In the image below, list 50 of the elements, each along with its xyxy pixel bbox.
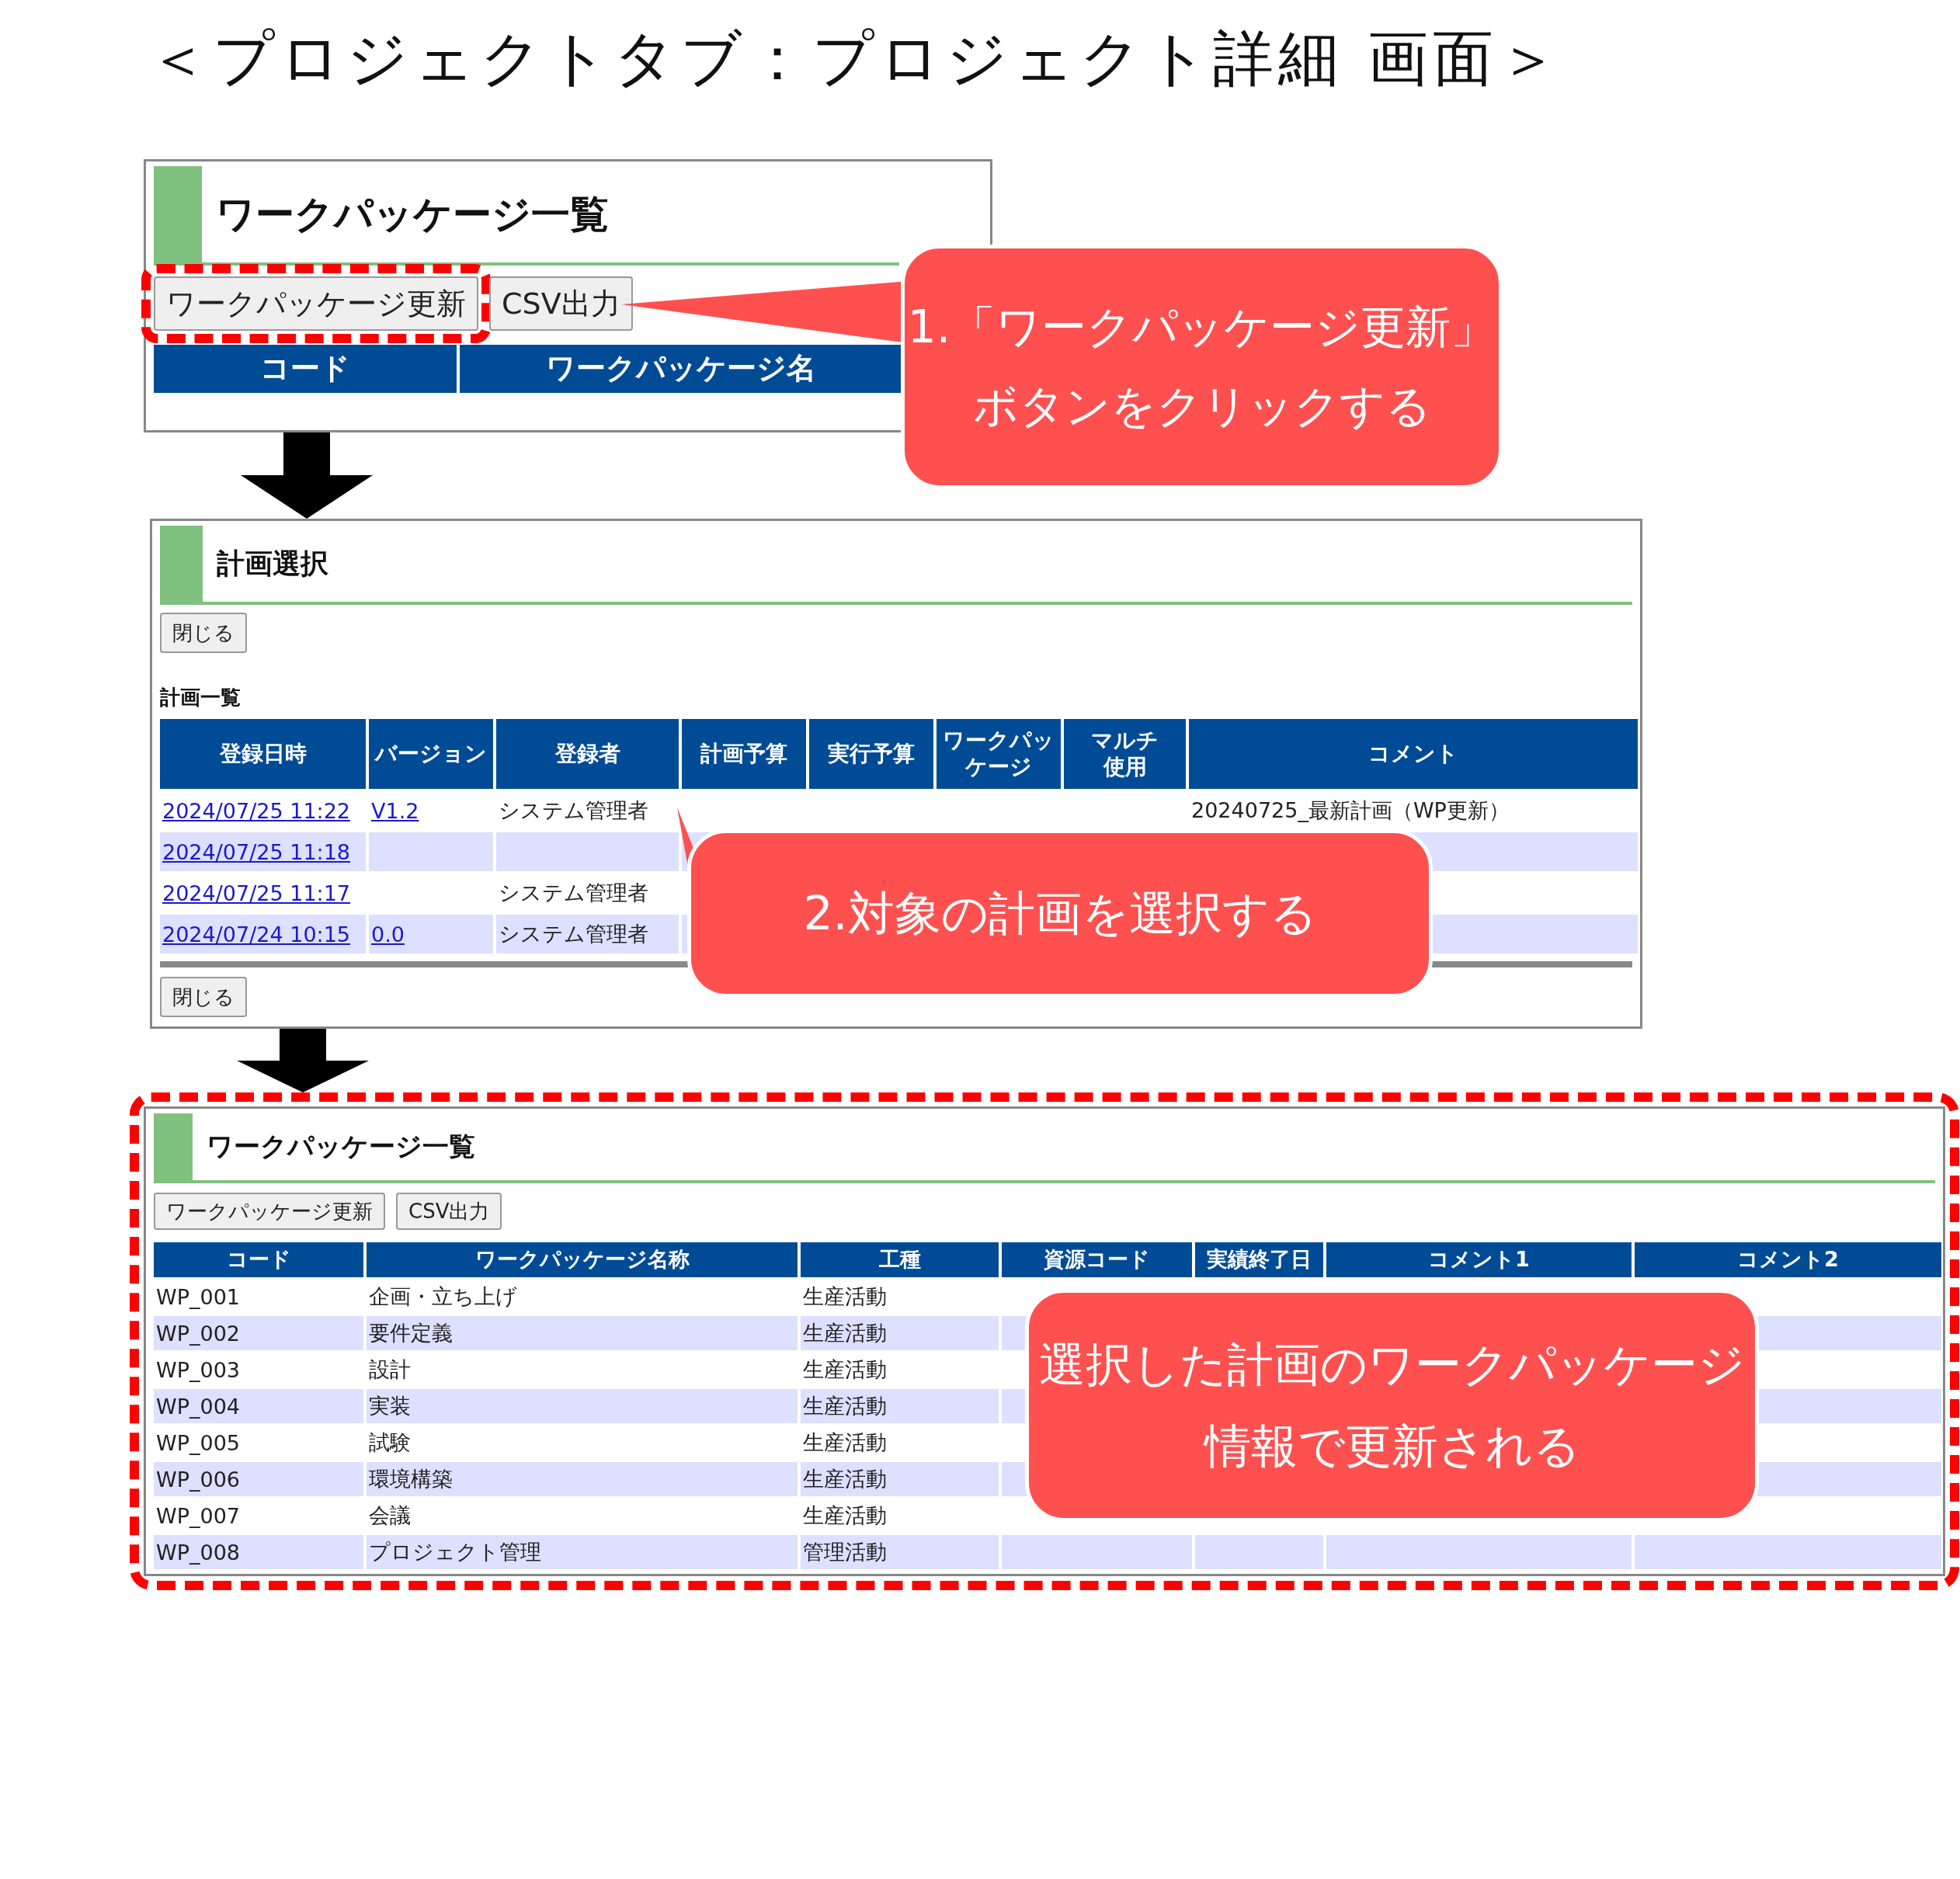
panel-heading: ワークパッケージ一覧	[207, 1130, 475, 1163]
column-header: コード	[154, 1242, 363, 1277]
table-cell: 環境構築	[367, 1462, 798, 1496]
column-header: コード	[154, 345, 457, 393]
header-label: 計画予算	[700, 741, 787, 767]
page-title: ＜プロジェクトタブ：プロジェクト詳細 画面＞	[147, 23, 1564, 95]
header-label: ケージ	[965, 754, 1032, 780]
down-arrow-icon	[237, 1029, 369, 1092]
table-cell: WP_002	[154, 1316, 363, 1350]
plan-link[interactable]: V1.2	[371, 798, 419, 823]
column-header: ワークパッケージ名	[460, 345, 902, 393]
panel-heading: ワークパッケージ一覧	[216, 190, 609, 238]
section-title: 計画一覧	[160, 685, 242, 710]
plan-link[interactable]: 2024/07/25 11:22	[162, 798, 350, 823]
header-label: マルチ	[1091, 728, 1159, 754]
close-button[interactable]: 閉じる	[160, 977, 247, 1017]
close-button[interactable]: 閉じる	[160, 613, 247, 653]
table-cell: WP_004	[154, 1389, 363, 1423]
column-header: 資源コード	[1002, 1242, 1192, 1277]
table-cell: 実装	[367, 1389, 798, 1423]
table-cell: システム管理者	[496, 915, 679, 953]
toolbar-button[interactable]: CSV出力	[489, 276, 633, 331]
column-header: コメント1	[1326, 1242, 1632, 1277]
table-cell: 要件定義	[367, 1316, 798, 1350]
header-label: 登録者	[554, 741, 620, 767]
plan-link[interactable]: 2024/07/24 10:15	[162, 922, 350, 946]
plan-link[interactable]: 2024/07/25 11:17	[162, 880, 350, 905]
plan-link[interactable]: 2024/07/25 11:18	[162, 839, 350, 864]
table-cell: プロジェクト管理	[367, 1535, 798, 1569]
table-cell: 生産活動	[801, 1389, 999, 1423]
table-cell: WP_008	[154, 1535, 363, 1569]
header-label: 実行予算	[828, 741, 915, 767]
column-header: 工種	[801, 1242, 999, 1277]
header-label: 登録日時	[219, 741, 307, 767]
column-header: 実績終了日	[1195, 1242, 1323, 1277]
panel-heading: 計画選択	[217, 546, 328, 581]
column-header: コメント2	[1635, 1242, 1941, 1277]
column-header: ワークパッケージ名称	[367, 1242, 798, 1277]
toolbar-button[interactable]: CSV出力	[396, 1193, 502, 1230]
down-arrow-icon	[241, 432, 373, 519]
table-cell: 生産活動	[801, 1316, 999, 1350]
plan-link[interactable]: 0.0	[371, 922, 405, 946]
table-cell: 管理活動	[801, 1535, 999, 1569]
table-cell: WP_006	[154, 1462, 363, 1496]
header-label: コメント	[1368, 741, 1458, 767]
table-cell: 生産活動	[801, 1462, 999, 1496]
header-label: ワークパッ	[943, 728, 1055, 754]
header-label: 使用	[1103, 754, 1147, 780]
toolbar-button[interactable]: ワークパッケージ更新	[154, 1193, 385, 1230]
header-label: バージョン	[375, 741, 487, 767]
